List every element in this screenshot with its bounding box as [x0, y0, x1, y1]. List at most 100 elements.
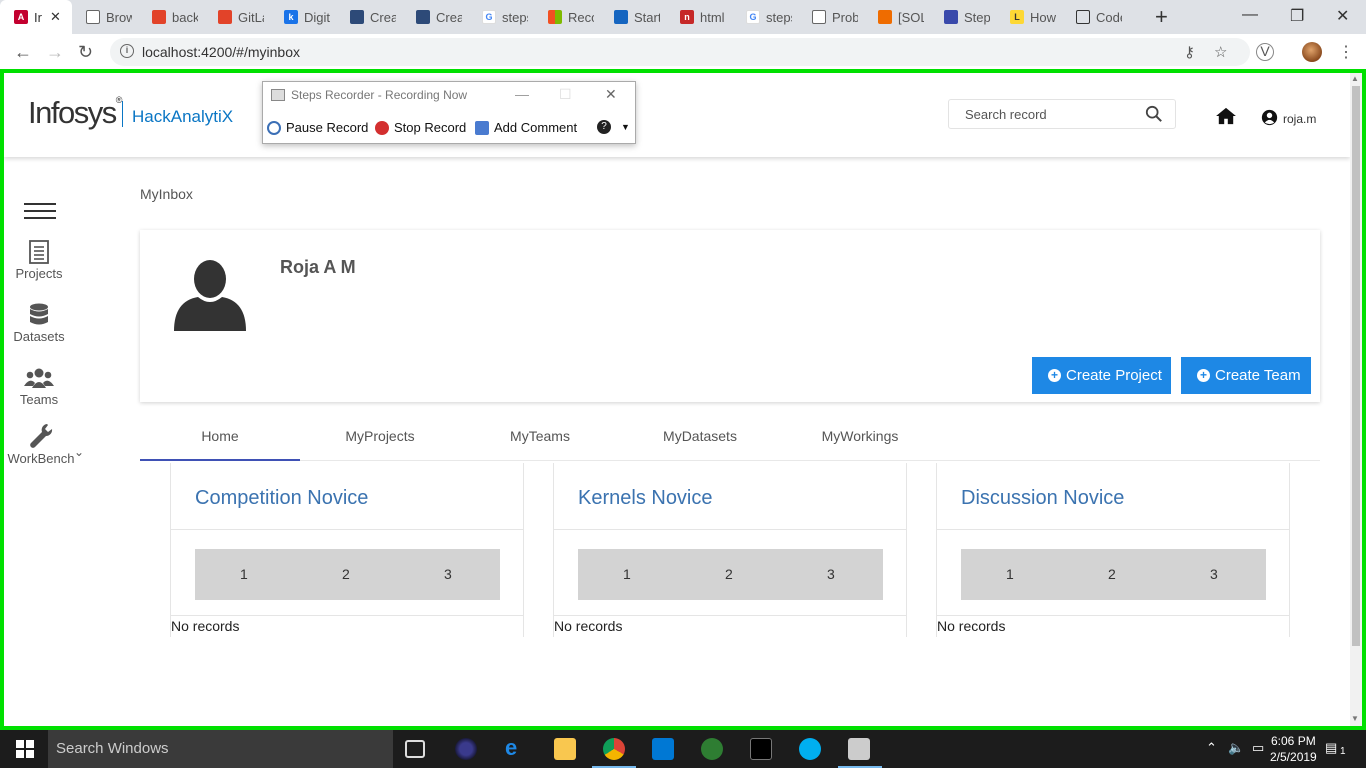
system-clock[interactable]: 6:06 PM 2/5/2019	[1270, 733, 1317, 765]
new-tab-button[interactable]: +	[1155, 4, 1168, 30]
chrome-icon[interactable]	[603, 738, 625, 760]
home-icon[interactable]	[1215, 107, 1237, 125]
chevron-up-icon[interactable]: ⌃	[1206, 740, 1217, 756]
wrench-icon	[30, 424, 53, 448]
brand-logo[interactable]: Infosys®	[28, 95, 122, 131]
level-label[interactable]: 2	[725, 566, 733, 582]
close-window-button[interactable]: ✕	[1336, 6, 1349, 26]
gitlab-icon	[152, 10, 166, 24]
browser-tab[interactable]: GitLa	[204, 0, 270, 34]
back-button[interactable]: ←	[14, 42, 32, 63]
browser-tab[interactable]: Prob	[798, 0, 864, 34]
search-input[interactable]	[965, 100, 1145, 128]
minimize-button[interactable]: —	[1242, 6, 1258, 24]
sidebar-item-teams[interactable]: Teams	[4, 366, 74, 407]
close-icon[interactable]: ✕	[50, 9, 61, 25]
gitlab-icon	[218, 10, 232, 24]
app-viewport: Infosys® HackAnalytiX roja.m Projects Da…	[4, 73, 1350, 726]
skype-icon[interactable]	[799, 738, 821, 760]
chevron-down-icon[interactable]: ⌄	[74, 445, 84, 459]
user-name[interactable]: roja.m	[1283, 112, 1316, 126]
browser-tab[interactable]: [SOL	[864, 0, 930, 34]
tab-myteams[interactable]: MyTeams	[460, 418, 620, 461]
page-icon	[86, 10, 100, 24]
sidebar-item-datasets[interactable]: Datasets	[4, 303, 74, 344]
browser-tab[interactable]: back	[138, 0, 204, 34]
terminal-icon[interactable]	[750, 738, 772, 760]
comment-icon	[475, 120, 489, 135]
tab-myprojects[interactable]: MyProjects	[300, 418, 460, 461]
tab-mydatasets[interactable]: MyDatasets	[620, 418, 780, 461]
browser-tab[interactable]: Start	[600, 0, 666, 34]
level-label[interactable]: 3	[444, 566, 452, 582]
search-icon[interactable]	[1145, 105, 1163, 123]
scroll-up-arrow-icon[interactable]: ▲	[1351, 74, 1359, 83]
stop-record-button[interactable]: Stop Record	[375, 120, 466, 135]
browser-tab[interactable]: Step	[930, 0, 996, 34]
menu-icon[interactable]: ⋮	[1338, 42, 1354, 62]
eclipse-icon[interactable]	[455, 738, 477, 760]
level-label[interactable]: 2	[1108, 566, 1116, 582]
reload-button[interactable]: ↻	[78, 42, 93, 63]
network-icon[interactable]: ▭	[1252, 740, 1264, 756]
dropdown-arrow-icon[interactable]: ▼	[621, 122, 630, 132]
recorder-close-button[interactable]: ✕	[605, 86, 617, 103]
taskbar-search[interactable]: Search Windows	[48, 730, 393, 768]
browser-tab[interactable]: Creat	[402, 0, 468, 34]
browser-tab[interactable]: Brow	[72, 0, 138, 34]
hamburger-menu-icon[interactable]	[24, 203, 56, 219]
browser-tab-active[interactable]: A Ir ✕	[0, 0, 72, 34]
empty-message: No records	[937, 618, 1006, 634]
browser-tab[interactable]: n html	[666, 0, 732, 34]
profile-avatar-icon[interactable]	[1302, 42, 1322, 62]
recorder-minimize-button[interactable]: —	[515, 86, 529, 102]
level-label[interactable]: 1	[240, 566, 248, 582]
vscode-icon[interactable]	[652, 738, 674, 760]
browser-tab[interactable]: Gsteps	[732, 0, 798, 34]
sidebar-item-projects[interactable]: Projects	[4, 240, 74, 281]
browser-tab[interactable]: Code	[1062, 0, 1138, 34]
add-comment-button[interactable]: Add Comment	[475, 120, 577, 135]
level-label[interactable]: 2	[342, 566, 350, 582]
action-center-icon[interactable]: ▤	[1325, 740, 1337, 756]
volume-icon[interactable]: 🔈	[1228, 740, 1244, 756]
help-icon[interactable]: ?	[597, 120, 616, 134]
key-icon[interactable]: ⚷	[1184, 43, 1195, 61]
create-team-button[interactable]: + Create Team	[1181, 357, 1311, 394]
level-label[interactable]: 3	[1210, 566, 1218, 582]
site-icon: n	[680, 10, 694, 24]
user-circle-icon[interactable]	[1261, 109, 1278, 126]
browser-tab[interactable]: L How	[996, 0, 1062, 34]
star-icon[interactable]: ☆	[1214, 43, 1227, 61]
breadcrumb: MyInbox	[140, 186, 193, 202]
sidebar-item-workbench[interactable]: WorkBench	[4, 423, 78, 466]
app-icon[interactable]	[701, 738, 723, 760]
level-label[interactable]: 1	[623, 566, 631, 582]
file-explorer-icon[interactable]	[554, 738, 576, 760]
forward-button[interactable]: →	[46, 42, 64, 63]
level-label[interactable]: 3	[827, 566, 835, 582]
task-view-icon[interactable]	[405, 740, 425, 758]
tab-myworkings[interactable]: MyWorkings	[780, 418, 940, 461]
empty-message: No records	[171, 618, 240, 634]
browser-tab[interactable]: Gsteps	[468, 0, 534, 34]
create-project-button[interactable]: + Create Project	[1032, 357, 1171, 394]
tab-home[interactable]: Home	[140, 418, 300, 461]
divider	[554, 529, 906, 530]
address-bar[interactable]: i localhost:4200/#/myinbox ⚷ ☆	[110, 38, 1250, 66]
scroll-down-arrow-icon[interactable]: ▼	[1351, 714, 1359, 723]
windows-start-icon[interactable]	[16, 740, 34, 758]
level-label[interactable]: 1	[1006, 566, 1014, 582]
info-icon[interactable]: i	[120, 44, 134, 58]
recorder-title: Steps Recorder - Recording Now	[291, 88, 468, 102]
browser-tab[interactable]: Creat	[336, 0, 402, 34]
extension-icon[interactable]: V	[1256, 43, 1274, 61]
browser-tab[interactable]: Reco	[534, 0, 600, 34]
steps-recorder-taskbar-icon[interactable]	[848, 738, 870, 760]
pause-record-button[interactable]: Pause Record	[267, 120, 368, 135]
google-icon: G	[482, 10, 496, 24]
scrollbar-thumb[interactable]	[1352, 86, 1360, 646]
edge-icon[interactable]: e	[505, 735, 527, 760]
maximize-button[interactable]: ❐	[1290, 6, 1304, 26]
browser-tab[interactable]: k Digit	[270, 0, 336, 34]
